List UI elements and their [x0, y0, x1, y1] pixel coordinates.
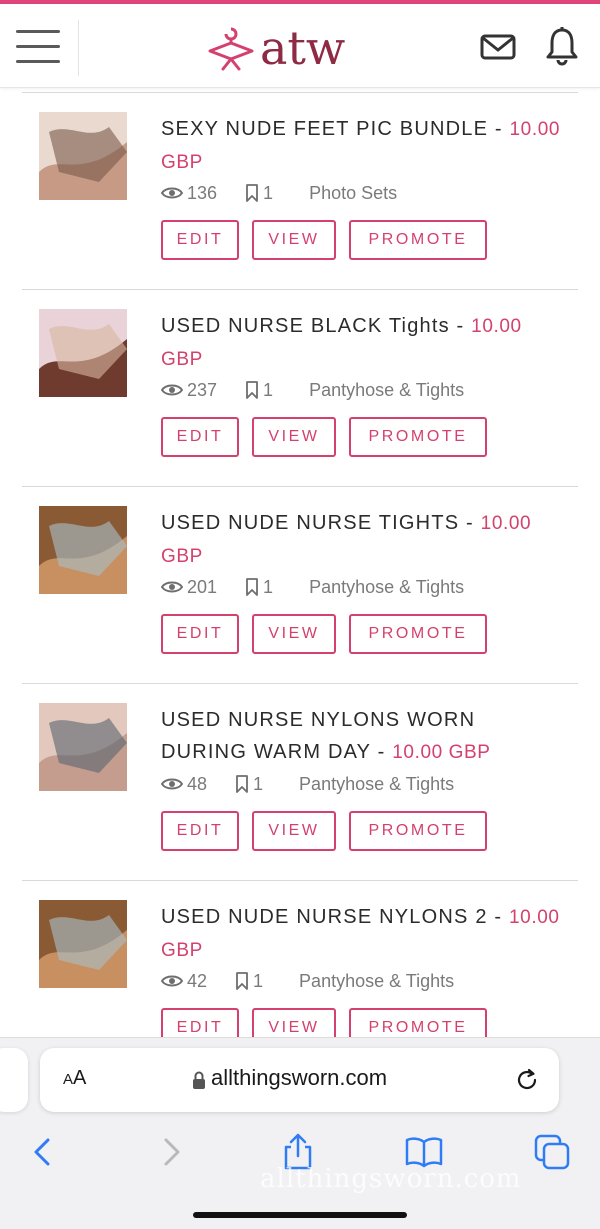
- reload-icon[interactable]: [514, 1067, 540, 1093]
- listing-item: SEXY NUDE FEET PIC BUNDLE - 10.00 GBP 136…: [0, 93, 600, 290]
- text-size-button[interactable]: AA: [63, 1067, 86, 1090]
- eye-icon: [161, 187, 183, 199]
- browser-toolbar: AA allthingsworn.com allthingsworn.com: [0, 1037, 600, 1229]
- promote-button[interactable]: PROMOTE: [349, 614, 487, 654]
- listing-thumbnail[interactable]: [39, 309, 127, 397]
- bell-icon[interactable]: [544, 26, 580, 66]
- hanger-logo-icon: [208, 27, 254, 71]
- listing-title[interactable]: USED NURSE BLACK Tights - 10.00 GBP: [161, 310, 561, 376]
- eye-icon: [161, 581, 183, 593]
- site-header: atw: [0, 4, 600, 88]
- listing-item: USED NUDE NURSE TIGHTS - 10.00 GBP 201 1 Pa…: [0, 487, 600, 684]
- view-count: 201: [187, 576, 218, 597]
- listing-actions: EDIT VIEW PROMOTE: [161, 811, 500, 851]
- listing-title[interactable]: USED NURSE NYLONS WORN DURING WARM DAY -…: [161, 704, 561, 769]
- edit-button[interactable]: EDIT: [161, 1008, 239, 1038]
- save-count: 1: [263, 576, 274, 597]
- promote-button[interactable]: PROMOTE: [349, 417, 487, 457]
- bookmark-icon: [246, 381, 258, 399]
- listing-title-text: USED NUDE NURSE TIGHTS -: [161, 512, 481, 534]
- save-count: 1: [263, 379, 274, 400]
- listing-actions: EDIT VIEW PROMOTE: [161, 220, 500, 260]
- back-icon[interactable]: [22, 1132, 62, 1172]
- listing-thumbnail[interactable]: [39, 112, 127, 200]
- promote-button[interactable]: PROMOTE: [349, 811, 487, 851]
- listing-meta: 201 1 Pantyhose & Tights: [161, 573, 464, 601]
- listing-meta: 237 1 Pantyhose & Tights: [161, 376, 464, 404]
- listing-actions: EDIT VIEW PROMOTE: [161, 614, 500, 654]
- view-count: 42: [187, 970, 208, 991]
- listing-meta: 48 1 Pantyhose & Tights: [161, 770, 454, 798]
- address-bar[interactable]: AA allthingsworn.com: [40, 1048, 559, 1112]
- header-divider: [78, 20, 79, 76]
- forward-icon[interactable]: [152, 1132, 192, 1172]
- mail-icon[interactable]: [480, 32, 516, 62]
- listing-item: USED NURSE NYLONS WORN DURING WARM DAY -…: [0, 684, 600, 881]
- edit-button[interactable]: EDIT: [161, 220, 239, 260]
- hamburger-icon[interactable]: [16, 30, 60, 64]
- eye-icon: [161, 384, 183, 396]
- save-count: 1: [253, 773, 264, 794]
- listings-list: SEXY NUDE FEET PIC BUNDLE - 10.00 GBP 136…: [0, 92, 600, 1038]
- eye-icon: [161, 778, 183, 790]
- edit-button[interactable]: EDIT: [161, 614, 239, 654]
- listing-title[interactable]: SEXY NUDE FEET PIC BUNDLE - 10.00 GBP: [161, 113, 561, 179]
- save-count: 1: [253, 970, 264, 991]
- view-button[interactable]: VIEW: [252, 811, 336, 851]
- listing-item: USED NURSE BLACK Tights - 10.00 GBP 237 1 P…: [0, 290, 600, 487]
- home-indicator[interactable]: [193, 1212, 407, 1218]
- url-text: allthingsworn.com: [211, 1065, 388, 1090]
- listing-actions: EDIT VIEW PROMOTE: [161, 417, 500, 457]
- promote-button[interactable]: PROMOTE: [349, 220, 487, 260]
- edit-button[interactable]: EDIT: [161, 417, 239, 457]
- listing-title[interactable]: USED NUDE NURSE TIGHTS - 10.00 GBP: [161, 507, 561, 573]
- view-button[interactable]: VIEW: [252, 417, 336, 457]
- listing-category[interactable]: Pantyhose & Tights: [299, 774, 454, 795]
- bookmark-icon: [236, 775, 248, 793]
- logo-text: atw: [260, 21, 346, 75]
- watermark: allthingsworn.com: [260, 1164, 522, 1194]
- bookmark-icon: [246, 578, 258, 596]
- listing-thumbnail[interactable]: [39, 703, 127, 791]
- listing-thumbnail[interactable]: [39, 900, 127, 988]
- bookmark-icon: [246, 184, 258, 202]
- tabs-icon[interactable]: [532, 1132, 572, 1172]
- promote-button[interactable]: PROMOTE: [349, 1008, 487, 1038]
- listing-category[interactable]: Photo Sets: [309, 183, 397, 204]
- listing-item: USED NUDE NURSE NYLONS 2 - 10.00 GBP 42 1 P…: [0, 881, 600, 1038]
- eye-icon: [161, 975, 183, 987]
- listing-actions: EDIT VIEW PROMOTE: [161, 1008, 500, 1038]
- listing-title[interactable]: USED NUDE NURSE NYLONS 2 - 10.00 GBP: [161, 901, 561, 967]
- listing-thumbnail[interactable]: [39, 506, 127, 594]
- site-logo[interactable]: atw: [206, 18, 345, 78]
- save-count: 1: [263, 182, 274, 203]
- lock-icon: [193, 1071, 205, 1089]
- listing-price: 10.00 GBP: [392, 742, 491, 763]
- edit-button[interactable]: EDIT: [161, 811, 239, 851]
- view-count: 48: [187, 773, 208, 794]
- listing-category[interactable]: Pantyhose & Tights: [299, 971, 454, 992]
- view-button[interactable]: VIEW: [252, 1008, 336, 1038]
- listing-category[interactable]: Pantyhose & Tights: [309, 577, 464, 598]
- view-button[interactable]: VIEW: [252, 614, 336, 654]
- view-button[interactable]: VIEW: [252, 220, 336, 260]
- listing-category[interactable]: Pantyhose & Tights: [309, 380, 464, 401]
- listing-meta: 136 1 Photo Sets: [161, 179, 397, 207]
- listing-title-text: SEXY NUDE FEET PIC BUNDLE -: [161, 118, 510, 140]
- previous-tab-pill[interactable]: [0, 1048, 28, 1112]
- view-count: 237: [187, 379, 218, 400]
- listing-title-text: USED NURSE BLACK Tights -: [161, 315, 472, 337]
- bookmark-icon: [236, 972, 248, 990]
- listing-title-text: USED NUDE NURSE NYLONS 2 -: [161, 906, 510, 928]
- view-count: 136: [187, 182, 218, 203]
- listing-meta: 42 1 Pantyhose & Tights: [161, 967, 454, 995]
